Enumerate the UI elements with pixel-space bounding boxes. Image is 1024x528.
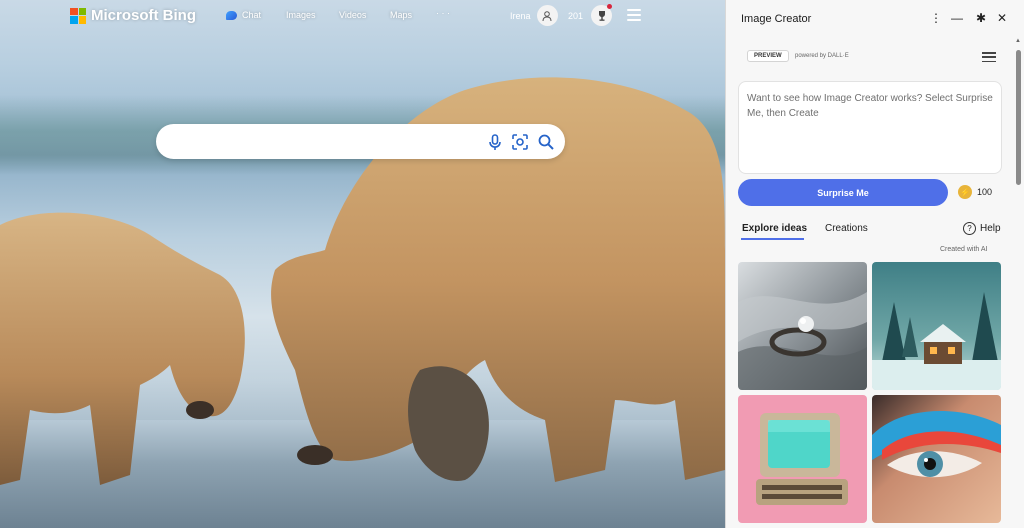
nav-maps[interactable]: Maps: [390, 10, 412, 20]
more-dots-icon: · · ·: [436, 8, 450, 18]
boost-count: 100: [977, 187, 993, 197]
prompt-input[interactable]: [738, 81, 1002, 174]
active-tab-indicator: [741, 238, 804, 240]
nav-images[interactable]: Images: [286, 10, 316, 20]
nav-chat[interactable]: Chat: [226, 10, 261, 20]
search-input[interactable]: [172, 132, 482, 151]
help-link[interactable]: ? Help: [963, 222, 1001, 235]
person-icon: [542, 10, 552, 21]
more-options-icon[interactable]: ⋮: [930, 11, 942, 25]
created-with-ai-label: Created with AI: [940, 246, 988, 253]
idea-thumbnail-ring[interactable]: [738, 262, 867, 390]
hamburger-menu-icon[interactable]: [627, 9, 641, 21]
idea-thumbnail-retro-computer[interactable]: [738, 395, 867, 523]
bing-top-bar: Microsoft Bing Chat Images Videos Maps ·…: [0, 0, 725, 32]
powered-by-label: powered by DALL·E: [795, 53, 849, 59]
panel-menu-icon[interactable]: [982, 52, 996, 62]
idea-thumbnail-cabin[interactable]: [872, 262, 1001, 390]
help-icon: ?: [963, 222, 976, 235]
close-icon[interactable]: ✕: [997, 11, 1007, 25]
idea-thumbnail-eye[interactable]: [872, 395, 1001, 523]
tab-creations[interactable]: Creations: [825, 223, 868, 234]
preview-badge: PREVIEW: [747, 50, 789, 62]
panel-title: Image Creator: [741, 13, 812, 25]
bing-homepage: Microsoft Bing Chat Images Videos Maps ·…: [0, 0, 725, 528]
pin-icon[interactable]: ✱: [976, 11, 986, 25]
visual-search-icon[interactable]: [511, 133, 529, 151]
surprise-me-button[interactable]: Surprise Me: [738, 179, 948, 206]
bing-logo[interactable]: Microsoft Bing: [70, 7, 196, 24]
minimize-icon[interactable]: —: [951, 11, 963, 25]
tab-explore-ideas[interactable]: Explore ideas: [742, 223, 807, 234]
search-box: [156, 124, 565, 159]
nav-more[interactable]: · · ·: [436, 8, 450, 18]
user-account[interactable]: Irena: [510, 5, 558, 26]
nav-maps-label: Maps: [390, 10, 413, 20]
image-creator-panel: Image Creator ⋮ — ✱ ✕ ▲ PREVIEW powered …: [725, 0, 1024, 528]
trophy-icon: [591, 4, 613, 26]
brand-name: Microsoft Bing: [91, 7, 196, 24]
panel-scrollbar[interactable]: [1016, 50, 1021, 185]
search-icon[interactable]: [537, 133, 555, 151]
nav-chat-label: Chat: [242, 10, 262, 20]
rewards[interactable]: 201: [568, 4, 613, 26]
scroll-up-arrow-icon[interactable]: ▲: [1015, 38, 1021, 44]
rewards-points: 201: [568, 10, 584, 21]
nav-videos[interactable]: Videos: [339, 10, 366, 20]
boost-icon: ⚡: [958, 185, 972, 199]
nav-images-label: Images: [286, 10, 316, 20]
microsoft-logo-icon: [70, 7, 86, 24]
help-label: Help: [980, 223, 1001, 234]
background-small-bear: [0, 212, 245, 485]
nav-videos-label: Videos: [339, 10, 367, 20]
avatar: [536, 5, 558, 26]
microphone-icon[interactable]: [486, 133, 504, 151]
user-name: Irena: [510, 10, 531, 21]
notification-dot: [607, 4, 613, 9]
copilot-chat-icon: [226, 10, 237, 20]
